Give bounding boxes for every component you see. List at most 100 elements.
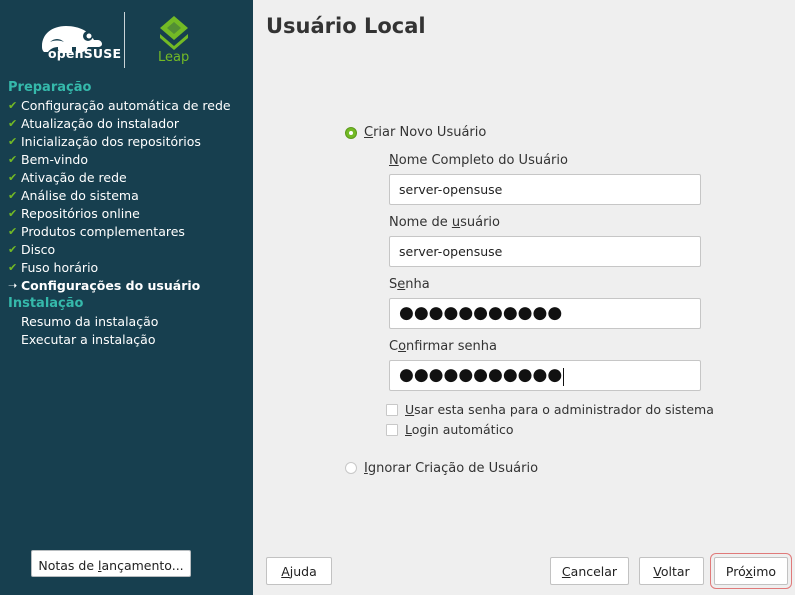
cancel-button[interactable]: Cancelar (550, 557, 629, 585)
create-user-radio[interactable] (345, 127, 357, 139)
step-label: Repositórios online (21, 206, 140, 221)
use-for-admin-label[interactable]: Usar esta senha para o administrador do … (405, 402, 714, 417)
label-text: nfirmar senha (406, 339, 497, 354)
installation-steps: Preparação ✔ Configuração automática de r… (8, 79, 248, 349)
step-label: Bem-vindo (21, 152, 88, 167)
step-item: ✔ Inicialização dos repositórios (8, 133, 248, 151)
main-panel: Usuário Local Criar Novo Usuário Nome Co… (253, 0, 795, 595)
check-icon: ✔ (8, 171, 18, 184)
label-text: Nome de (389, 215, 452, 230)
check-icon: ✔ (8, 225, 18, 238)
button-mnemonic: V (653, 564, 661, 579)
password-dots: ●●●●●●●●●●● (399, 365, 563, 385)
back-button[interactable]: Voltar (639, 557, 704, 585)
step-item: ✔ Análise do sistema (8, 187, 248, 205)
button-mnemonic: C (561, 564, 571, 579)
label-text: suário (460, 215, 500, 230)
password-dots: ●●●●●●●●●●● (399, 303, 563, 323)
label-mnemonic: u (451, 215, 461, 230)
leap-label: Leap (158, 50, 190, 65)
password-input[interactable]: ●●●●●●●●●●● (389, 298, 701, 329)
auto-login-checkbox[interactable] (386, 424, 398, 436)
step-item: ✔ Fuso horário (8, 259, 248, 277)
label-text: ogin automático (411, 422, 514, 437)
step-label: Inicialização dos repositórios (21, 134, 201, 149)
label-mnemonic: U (405, 402, 415, 417)
label-mnemonic: N (389, 153, 399, 168)
username-label: Nome de usuário (389, 215, 500, 230)
confirm-password-label: Confirmar senha (389, 339, 497, 354)
installer-window: openSUSE Leap Preparação ✔ Configuração a… (0, 0, 795, 595)
skip-user-label[interactable]: Ignorar Criação de Usuário (364, 461, 538, 476)
step-label: Atualização do instalador (21, 116, 180, 131)
button-text: ancelar (570, 564, 618, 579)
button-text: Pró (725, 564, 746, 579)
leap-logo-icon (160, 16, 188, 50)
button-text: ançamento... (101, 558, 184, 573)
next-button[interactable]: Próximo (710, 553, 792, 589)
logo-divider (124, 12, 125, 68)
label-text: ome Completo do Usuário (398, 153, 568, 168)
step-item: ✔ Atualização do instalador (8, 115, 248, 133)
release-notes-button[interactable]: Notas de lançamento... (31, 550, 191, 577)
label-mnemonic: C (364, 125, 374, 140)
step-label: Disco (21, 242, 56, 257)
label-text: sar esta senha para o administrador do s… (414, 402, 714, 417)
confirm-password-input[interactable]: ●●●●●●●●●●● (389, 360, 701, 391)
step-item: ✔ Bem-vindo (8, 151, 248, 169)
step-item: ✔ Configuração automática de rede (8, 97, 248, 115)
label-text: gnorar Criação de Usuário (367, 461, 539, 476)
full-name-label: Nome Completo do Usuário (389, 153, 568, 168)
step-label: Fuso horário (21, 260, 99, 275)
button-mnemonic: A (281, 564, 290, 579)
label-mnemonic: L (405, 422, 412, 437)
step-item: ✔ Ativação de rede (8, 169, 248, 187)
check-icon: ✔ (8, 207, 18, 220)
button-text: oltar (660, 564, 690, 579)
button-text: juda (289, 564, 317, 579)
step-heading-preparation: Preparação (8, 80, 92, 95)
sidebar: openSUSE Leap Preparação ✔ Configuração a… (0, 0, 253, 595)
step-label: Ativação de rede (21, 170, 127, 185)
check-icon: ✔ (8, 261, 18, 274)
step-item: Executar a instalação (8, 331, 248, 349)
opensuse-wordmark: openSUSE (48, 46, 122, 61)
logo-area: openSUSE Leap (0, 0, 253, 80)
step-label: Executar a instalação (21, 332, 156, 347)
step-label: Produtos complementares (21, 224, 185, 239)
step-label: Configurações do usuário (21, 278, 201, 293)
check-icon: ✔ (8, 99, 18, 112)
button-text: Notas de (38, 558, 98, 573)
password-label: Senha (389, 277, 430, 292)
create-user-label[interactable]: Criar Novo Usuário (364, 125, 486, 140)
arrow-right-icon: ➝ (8, 279, 18, 292)
help-button[interactable]: Ajuda (266, 557, 332, 585)
auto-login-label[interactable]: Login automático (405, 422, 514, 437)
step-item: ✔ Disco (8, 241, 248, 259)
step-label: Configuração automática de rede (21, 98, 231, 113)
step-item: Resumo da instalação (8, 313, 248, 331)
label-text: riar Novo Usuário (373, 125, 487, 140)
step-heading-installation: Instalação (8, 296, 84, 311)
page-title: Usuário Local (266, 14, 426, 38)
check-icon: ✔ (8, 117, 18, 130)
step-item: ✔ Produtos complementares (8, 223, 248, 241)
step-item: ✔ Repositórios online (8, 205, 248, 223)
check-icon: ✔ (8, 153, 18, 166)
button-mnemonic: x (745, 564, 753, 579)
use-for-admin-checkbox[interactable] (386, 404, 398, 416)
username-input[interactable]: server-opensuse (389, 236, 701, 267)
text-cursor (563, 367, 565, 386)
step-label: Resumo da instalação (21, 314, 159, 329)
skip-user-radio[interactable] (345, 462, 357, 474)
check-icon: ✔ (8, 135, 18, 148)
step-label: Análise do sistema (21, 188, 139, 203)
label-text: nha (405, 277, 430, 292)
label-text: C (389, 339, 399, 354)
button-text: imo (752, 564, 777, 579)
check-icon: ✔ (8, 189, 18, 202)
label-mnemonic: o (398, 339, 407, 354)
step-item-current: ➝ Configurações do usuário (8, 277, 248, 295)
check-icon: ✔ (8, 243, 18, 256)
full-name-input[interactable]: server-opensuse (389, 174, 701, 205)
